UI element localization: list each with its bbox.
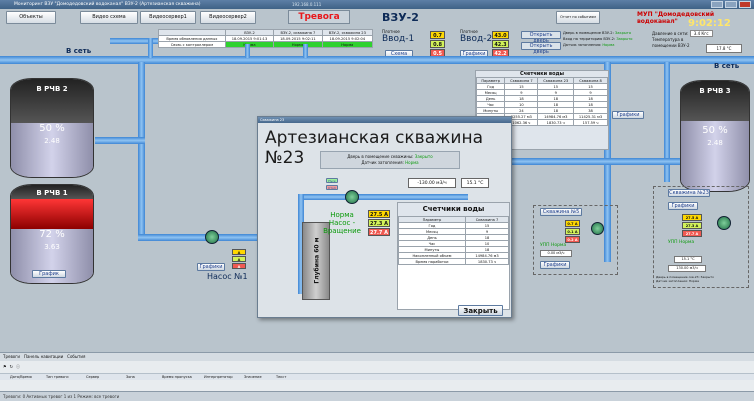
videoserver1-button[interactable]: Видеосервер1 [140, 11, 196, 24]
pump1-graphs-button[interactable]: Графики [197, 263, 225, 271]
vvod2-amp-a: 43.0 A [492, 31, 509, 47]
doors-status: Дверь в помещение ВЗУ-2: Закрыто Вход на… [563, 31, 633, 47]
well23-title[interactable]: Скважина №23 [668, 189, 710, 197]
well5-pump-icon [591, 222, 604, 235]
tank-rchv1-graph-button[interactable]: График [32, 270, 66, 278]
to-network-right: В сеть [714, 62, 740, 70]
well5-flow: 0.00 м3/ч [540, 250, 572, 257]
pipe-seg-3 [303, 44, 308, 58]
pipe-h-right [508, 158, 688, 165]
well23-pump-icon [717, 216, 731, 230]
well23-amp-a: 27.5 A [682, 214, 702, 221]
well5-amp-a: 0.7 A [565, 220, 580, 227]
well5-graphs-button[interactable]: Графики [540, 261, 570, 269]
pipe-seg-1 [148, 38, 153, 58]
well23-amp-b: 27.3 A [682, 222, 702, 229]
modal-temp: 15.1 °C [461, 178, 489, 188]
window-controls [711, 1, 751, 8]
pipe-h-bottom [138, 234, 262, 241]
refresh-icon[interactable]: ↻ [10, 364, 13, 370]
status-bar: Тревоги: 0 Активных тревог 1 из 1 Режим:… [0, 391, 754, 401]
pump1-amp-a: A [232, 249, 246, 255]
pipe-seg-4 [95, 56, 100, 64]
open-door-button-2[interactable]: Открыть дверь [521, 42, 561, 55]
well5-amp-c: 0.2 A [565, 236, 580, 243]
pump1-label: Насос №1 [207, 272, 248, 281]
maximize-button[interactable] [725, 1, 737, 8]
col-value[interactable]: Значение [244, 374, 276, 380]
pump1-icon [205, 230, 219, 244]
col-zone[interactable]: Зона [126, 374, 162, 380]
modal-pump-icon [345, 190, 359, 204]
well23-graphs-button[interactable]: Графики [668, 202, 698, 210]
to-network-left: В сеть [66, 47, 92, 55]
modal-pipe-h [298, 194, 468, 200]
pipe-v-left [138, 62, 145, 234]
pipe-seg-2 [245, 44, 250, 58]
col-skip-time[interactable]: Время пропуска [162, 374, 204, 380]
well23-flow: 130.00 м3/ч [668, 265, 706, 272]
well5-title[interactable]: Скважина №5 [540, 208, 582, 216]
pump-start-button[interactable]: Пуск [326, 178, 338, 183]
window-center-text: 192.168.0.111 [292, 2, 322, 7]
col-datetime[interactable]: Дата/Время [0, 374, 46, 380]
tank-rchv3: В РЧВ 3 50 % 2.48 [680, 80, 750, 192]
events-report-button[interactable]: Отчет по событиям [556, 11, 600, 24]
pump-stop-button[interactable]: Стоп [326, 185, 338, 190]
tank-rchv1: В РЧВ 1 72 % 3.63 [10, 184, 94, 284]
objects-button[interactable]: Объекты [6, 11, 56, 24]
vvod1-amp-b: 0.8 A [430, 40, 445, 56]
well5-state: УПП Норма [540, 243, 567, 248]
modal-amp-b: 27.3 A [368, 219, 390, 227]
well23-state: УПП Норма [668, 240, 695, 245]
depth-label: Глубина 60 м [313, 237, 321, 284]
col-interpreter[interactable]: Интерпретатор [204, 374, 244, 380]
pipe-h-left [95, 137, 145, 144]
modal-counters: Счетчики воды Параметр Скважина 7 Год 15 М… [397, 202, 510, 310]
tab-events[interactable]: События [67, 353, 85, 361]
col-alarm-type[interactable]: Тип тревоги [46, 374, 86, 380]
modal-amp-c: 27.7 A [368, 228, 390, 236]
well23-amp-c: 27.7 A [682, 230, 702, 237]
pump-state: Норма Насос - Вращение [323, 211, 361, 235]
well23-status-text: Дверь в помещение скв.23: Закрыто Датчик … [656, 275, 714, 283]
tab-alarms[interactable]: Тревоги [3, 353, 20, 361]
pump1-amp-b: A [232, 256, 246, 262]
alarm-button[interactable]: Тревога [288, 10, 350, 24]
pump1-amp-c: A [232, 263, 246, 269]
vvod2-amp-b: 42.3 A [492, 40, 509, 56]
window-titlebar: Мониторинг ВЗУ "Домодедовский водоканал"… [0, 0, 754, 9]
modal-titlebar: Скважина 23 [258, 117, 511, 123]
tab-navigation[interactable]: Панель навигации [24, 353, 63, 361]
open-door-button-1[interactable]: Открыть дверь [521, 31, 561, 44]
close-button[interactable] [739, 1, 751, 8]
modal-status-box: Дверь в помещение скважины: Закрыто Датч… [320, 151, 460, 169]
info-icon[interactable]: ⓘ [16, 364, 20, 370]
filter-icon[interactable]: ⚑ [3, 364, 7, 370]
modal-amp-a: 27.5 A [368, 210, 390, 218]
modal-flow: -130.00 м3/ч [408, 178, 456, 188]
col-server[interactable]: Сервер [86, 374, 126, 380]
vvod1-amp-a: 0.7 A [430, 31, 445, 47]
well23-temp: 15.1 °C [674, 256, 702, 263]
alarms-panel: Тревоги Панель навигации События ⚑ ↻ ⓘ Д… [0, 352, 754, 392]
counters-graphs-button[interactable]: Графики [612, 111, 644, 119]
well23-modal: Скважина 23 Артезианская скважина №23 Дв… [257, 116, 512, 318]
window-title: Мониторинг ВЗУ "Домодедовский водоканал"… [14, 2, 201, 7]
room-temperature: 17.8 °C [706, 44, 742, 53]
col-text[interactable]: Текст [276, 374, 316, 380]
page-title: ВЗУ-2 [382, 11, 419, 24]
video-scheme-button[interactable]: Видео схема [80, 11, 138, 24]
status-table: ВЗУ-2 ВЗУ-2, скважина 7 ВЗУ-2, скважина 23… [158, 29, 374, 48]
modal-close-button[interactable]: Закрыть [458, 305, 503, 316]
well5-amp-b: 0.1 A [565, 228, 580, 235]
minimize-button[interactable] [711, 1, 723, 8]
main-pipe [0, 56, 754, 64]
clock: 9:02:12 [688, 18, 731, 29]
videoserver2-button[interactable]: Видеосервер2 [200, 11, 256, 24]
tank-rchv2: В РЧВ 2 50 % 2.48 [10, 78, 94, 178]
